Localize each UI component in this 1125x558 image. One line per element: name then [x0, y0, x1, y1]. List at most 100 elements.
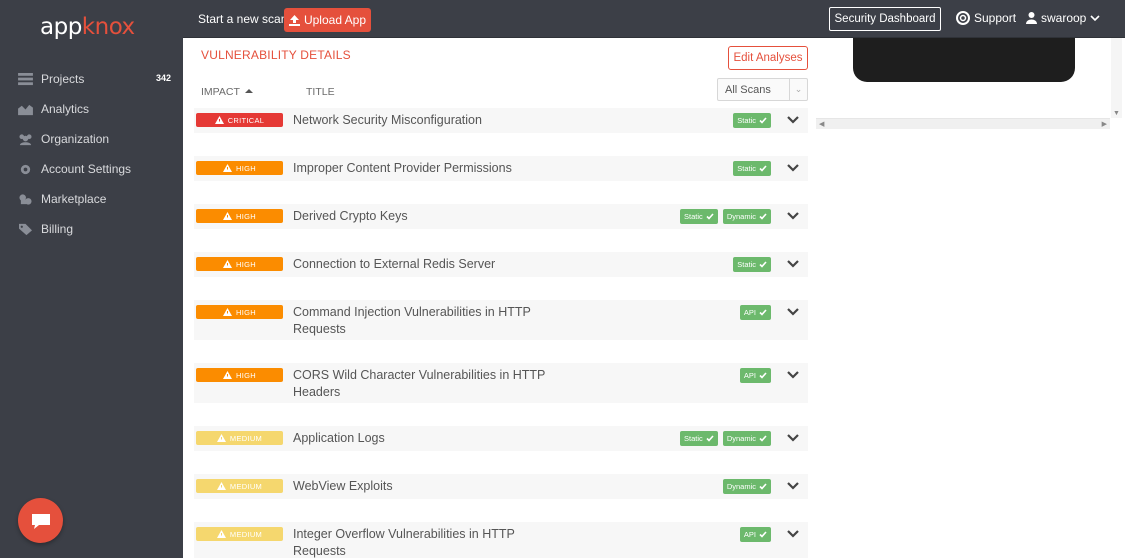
warning-icon	[216, 530, 226, 538]
checkmark-icon	[759, 309, 767, 316]
expand-row-button[interactable]	[786, 161, 800, 175]
user-menu[interactable]: swaroop	[1026, 11, 1100, 25]
scans-filter-select[interactable]: All Scans ⌄	[717, 78, 808, 101]
scan-type-label: API	[743, 371, 756, 380]
vulnerability-row[interactable]: HIGH CORS Wild Character Vulnerabilities …	[194, 363, 808, 403]
lifebuoy-icon	[956, 11, 970, 25]
impact-badge: MEDIUM	[196, 479, 283, 493]
expand-row-button[interactable]	[786, 527, 800, 541]
device-preview-panel: ▼ ◀ ▶	[816, 38, 1125, 558]
impact-label: HIGH	[236, 211, 256, 221]
security-dashboard-button[interactable]: Security Dashboard	[829, 7, 941, 31]
impact-label: HIGH	[236, 259, 256, 269]
sidebar-item-marketplace[interactable]: Marketplace	[0, 184, 183, 214]
user-icon	[1026, 12, 1037, 24]
support-link[interactable]: Support	[956, 11, 1016, 25]
scroll-right-arrow-icon[interactable]: ▶	[1102, 120, 1107, 128]
checkmark-icon	[759, 372, 767, 379]
sidebar-item-projects[interactable]: Projects 342	[0, 64, 183, 94]
edit-analyses-button[interactable]: Edit Analyses	[728, 46, 808, 70]
chevron-down-icon	[787, 164, 799, 172]
horizontal-scrollbar[interactable]: ◀ ▶	[816, 118, 1110, 129]
checkmark-icon	[759, 435, 767, 442]
projects-count-badge: 342	[155, 73, 171, 83]
sidebar-nav: Projects 342 Analytics Organization Acco…	[0, 64, 183, 244]
vulnerability-row[interactable]: MEDIUM Application Logs Static Dynamic	[194, 426, 808, 451]
vulnerability-row[interactable]: HIGH Derived Crypto Keys Static Dynamic	[194, 204, 808, 229]
expand-row-button[interactable]	[786, 113, 800, 127]
vulnerability-title: Derived Crypto Keys	[293, 209, 408, 223]
impact-column-header[interactable]: IMPACT	[201, 86, 253, 98]
logo-part2: knox	[81, 14, 135, 40]
chevron-down-icon	[787, 116, 799, 124]
checkmark-icon	[759, 531, 767, 538]
scan-type-label: API	[743, 308, 756, 317]
vulnerability-row[interactable]: MEDIUM WebView Exploits Dynamic	[194, 474, 808, 499]
scan-type-tag: API	[739, 305, 771, 320]
warning-icon	[223, 164, 233, 172]
scan-type-tag: Dynamic	[722, 431, 771, 446]
chevron-down-icon	[787, 530, 799, 538]
checkmark-icon	[706, 435, 714, 442]
sidebar-item-organization[interactable]: Organization	[0, 124, 183, 154]
organization-icon	[17, 132, 33, 146]
expand-row-button[interactable]	[786, 209, 800, 223]
upload-app-label: Upload App	[303, 13, 367, 27]
start-new-scan-label: Start a new scan	[198, 12, 288, 26]
scan-type-label: Dynamic	[726, 434, 756, 443]
sidebar-item-billing[interactable]: Billing	[0, 214, 183, 244]
scan-type-tag: Static	[733, 161, 771, 176]
chat-button[interactable]	[18, 498, 63, 543]
vulnerability-row[interactable]: HIGH Command Injection Vulnerabilities in…	[194, 300, 808, 340]
chevron-down-icon	[1090, 14, 1100, 21]
vulnerability-title: Improper Content Provider Permissions	[293, 161, 512, 175]
security-dashboard-label: Security Dashboard	[834, 13, 936, 25]
expand-row-button[interactable]	[786, 479, 800, 493]
sidebar: appknox Projects 342 Analytics Organizat…	[0, 0, 183, 558]
impact-badge: CRITICAL	[196, 113, 283, 127]
appknox-logo[interactable]: appknox	[40, 14, 135, 40]
chevron-down-icon	[787, 434, 799, 442]
impact-badge: HIGH	[196, 209, 283, 223]
logo-part1: app	[40, 14, 82, 40]
expand-row-button[interactable]	[786, 305, 800, 319]
scan-type-tags: Static Dynamic	[680, 431, 771, 446]
vulnerability-row[interactable]: MEDIUM Integer Overflow Vulnerabilities i…	[194, 522, 808, 558]
scan-type-tag: Dynamic	[722, 479, 771, 494]
vulnerability-title: Integer Overflow Vulnerabilities in HTTP…	[293, 527, 515, 558]
impact-label: HIGH	[236, 370, 256, 380]
scan-type-label: API	[743, 530, 756, 539]
expand-row-button[interactable]	[786, 368, 800, 382]
vulnerability-title: WebView Exploits	[293, 479, 393, 493]
scan-type-tag: Static	[680, 209, 718, 224]
chevron-down-icon	[787, 260, 799, 268]
checkmark-icon	[759, 165, 767, 172]
chat-icon	[31, 513, 50, 529]
scroll-left-arrow-icon[interactable]: ◀	[819, 120, 824, 128]
scan-type-tags: API	[739, 305, 771, 320]
scan-type-tags: API	[739, 368, 771, 383]
upload-app-button[interactable]: Upload App	[284, 8, 371, 32]
vulnerability-title: Connection to External Redis Server	[293, 257, 496, 271]
projects-icon	[17, 72, 33, 86]
scan-type-tag: Static	[733, 257, 771, 272]
vulnerability-row[interactable]: HIGH Connection to External Redis Server S…	[194, 252, 808, 277]
scan-type-tag: Dynamic	[722, 209, 771, 224]
section-title: VULNERABILITY DETAILS	[201, 48, 351, 62]
sidebar-item-label: Billing	[41, 222, 74, 236]
sort-asc-icon	[244, 89, 253, 93]
scan-type-tags: Static	[733, 113, 771, 128]
scan-type-tag: Static	[680, 431, 718, 446]
sidebar-item-analytics[interactable]: Analytics	[0, 94, 183, 124]
expand-row-button[interactable]	[786, 257, 800, 271]
vertical-scrollbar[interactable]: ▼	[1111, 38, 1122, 118]
vulnerability-row[interactable]: CRITICAL Network Security Misconfiguratio…	[194, 108, 808, 133]
sidebar-item-account-settings[interactable]: Account Settings	[0, 154, 183, 184]
vulnerability-row[interactable]: HIGH Improper Content Provider Permission…	[194, 156, 808, 181]
warning-icon	[223, 260, 233, 268]
scan-type-tags: API	[739, 527, 771, 542]
expand-row-button[interactable]	[786, 431, 800, 445]
scan-type-label: Static	[684, 212, 703, 221]
impact-label: MEDIUM	[229, 433, 263, 443]
scroll-down-arrow-icon[interactable]: ▼	[1113, 110, 1120, 117]
